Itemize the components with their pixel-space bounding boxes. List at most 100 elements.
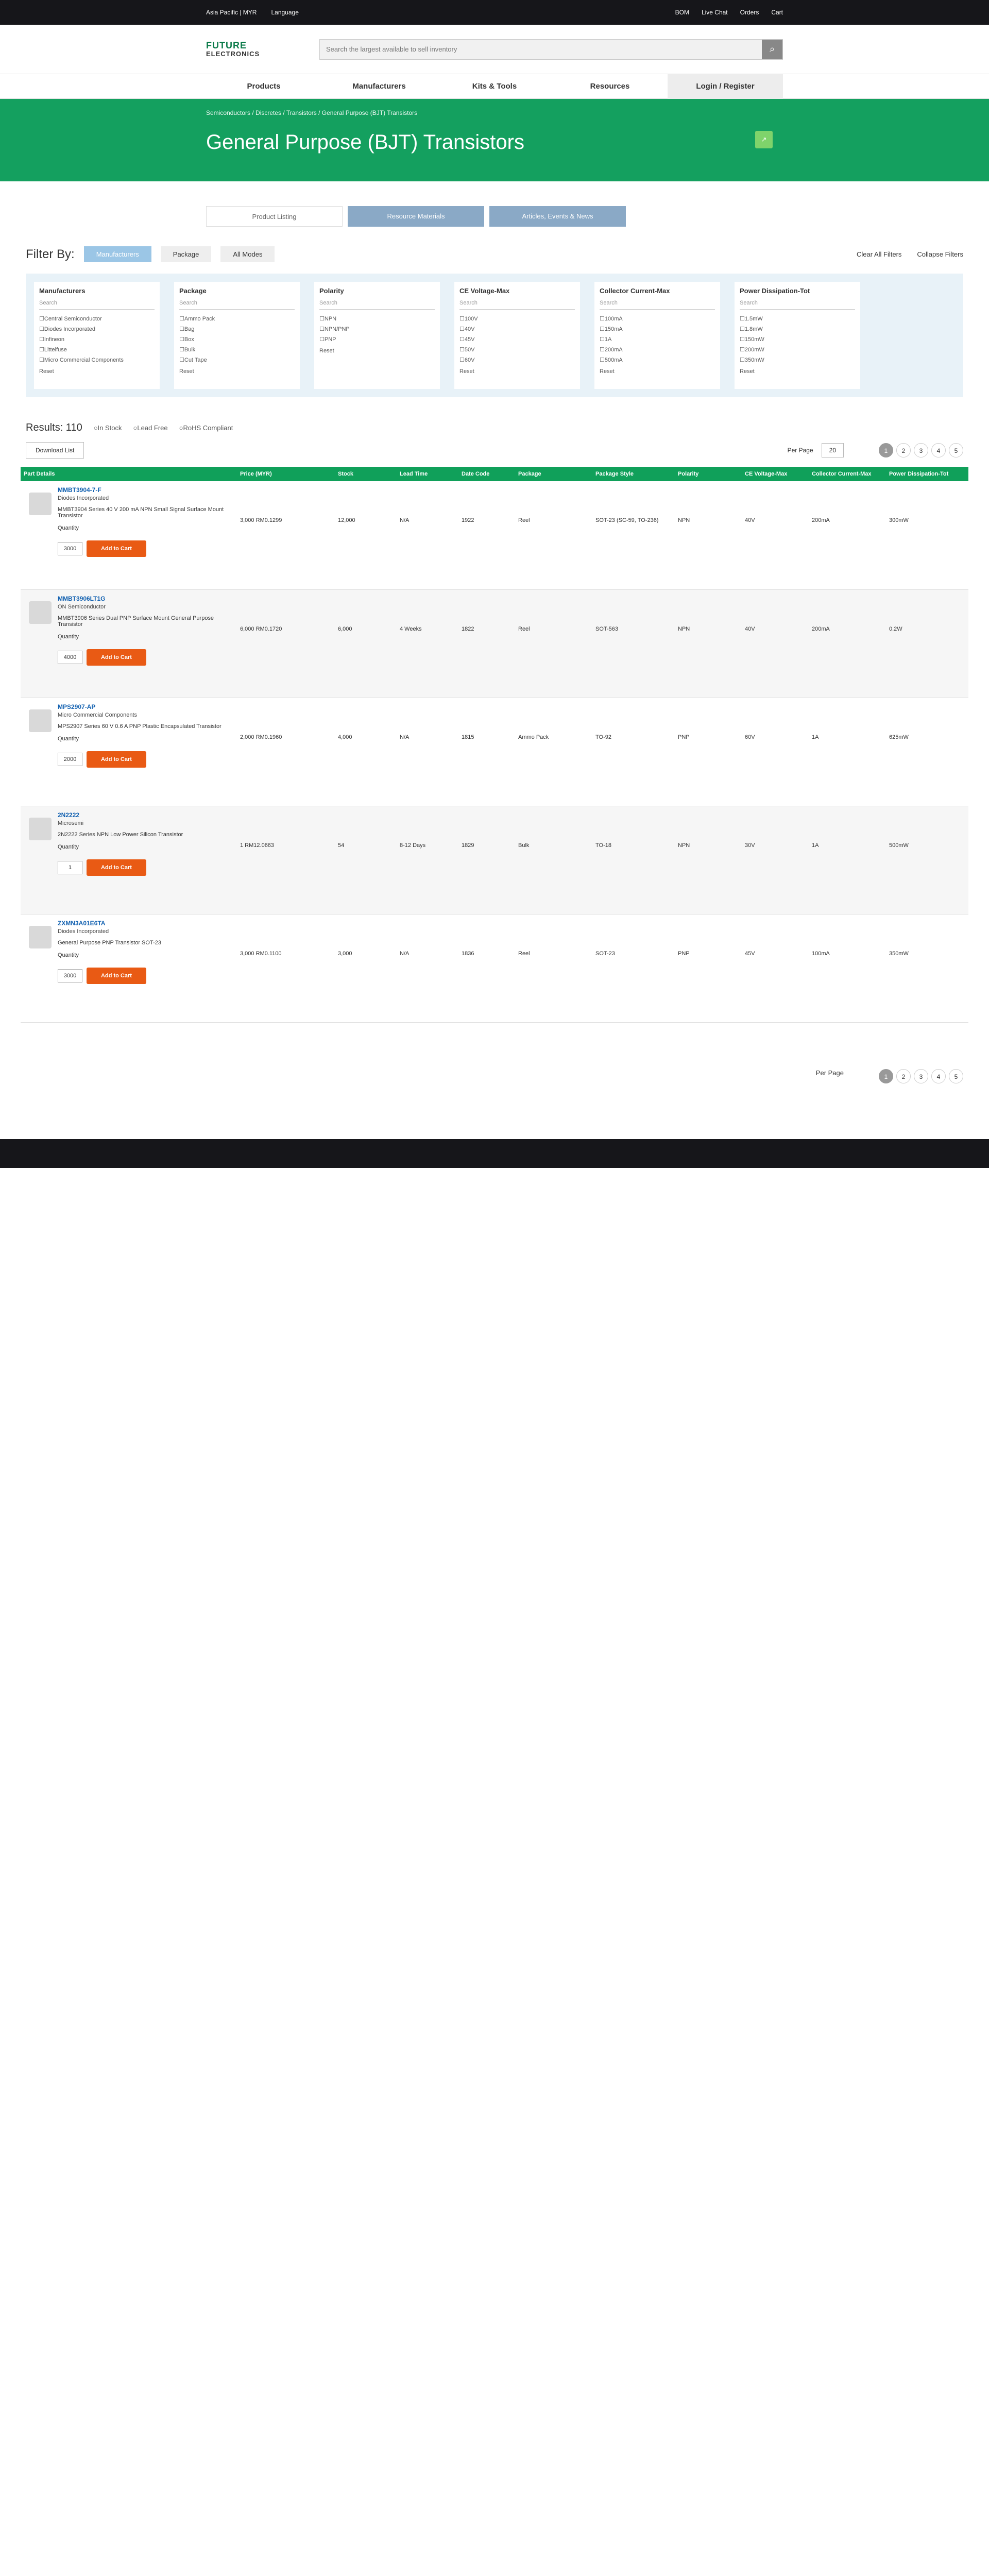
facet-option[interactable]: Ammo Pack [179, 314, 295, 324]
reset-button[interactable]: Reset [39, 368, 155, 375]
facet-option[interactable]: Central Semiconductor [39, 314, 155, 324]
facet-option[interactable]: 100V [459, 314, 575, 324]
add-to-cart-button[interactable]: Add to Cart [87, 859, 146, 876]
column-header[interactable]: Collector Current-Max [809, 467, 886, 481]
facet-option[interactable]: 200mW [740, 345, 855, 355]
page-button[interactable]: 3 [914, 1069, 928, 1083]
facet-option[interactable]: Box [179, 334, 295, 345]
cart-link[interactable]: Cart [771, 9, 783, 16]
facet-option[interactable]: 500mA [600, 355, 715, 365]
facet-option[interactable]: Infineon [39, 334, 155, 345]
facet-option[interactable]: NPN [319, 314, 435, 324]
language-selector[interactable]: Language [271, 9, 298, 16]
facet-option[interactable]: Diodes Incorporated [39, 324, 155, 334]
nav-kits-tools[interactable]: Kits & Tools [437, 82, 552, 91]
reset-button[interactable]: Reset [600, 368, 715, 375]
facet-option[interactable]: Bag [179, 324, 295, 334]
page-button[interactable]: 1 [879, 1069, 893, 1083]
facet-option[interactable]: 200mA [600, 345, 715, 355]
reset-button[interactable]: Reset [179, 368, 295, 375]
column-header[interactable]: Package [515, 467, 592, 481]
add-to-cart-button[interactable]: Add to Cart [87, 967, 146, 984]
quantity-input[interactable]: 3000 [58, 542, 82, 555]
quantity-input[interactable]: 4000 [58, 650, 82, 664]
facet-option[interactable]: 100mA [600, 314, 715, 324]
tab-articles[interactable]: Articles, Events & News [489, 206, 626, 227]
product-image[interactable] [29, 709, 52, 732]
facet-search[interactable]: Search [39, 300, 155, 310]
facet-option[interactable]: 350mW [740, 355, 855, 365]
facet-option[interactable]: 1A [600, 334, 715, 345]
column-header[interactable]: Polarity [675, 467, 742, 481]
facet-option[interactable]: Bulk [179, 345, 295, 355]
add-to-cart-button[interactable]: Add to Cart [87, 751, 146, 768]
quantity-input[interactable]: 2000 [58, 752, 82, 766]
region-selector[interactable]: Asia Pacific | MYR [206, 9, 257, 16]
column-header[interactable]: Package Style [592, 467, 675, 481]
column-header[interactable]: Power Dissipation-Tot [886, 467, 968, 481]
breadcrumb[interactable]: Semiconductors / Discretes / Transistors… [206, 109, 783, 116]
clear-filters-button[interactable]: Clear All Filters [857, 250, 901, 258]
orders-link[interactable]: Orders [740, 9, 759, 16]
page-button[interactable]: 5 [949, 1069, 963, 1083]
facet-option[interactable]: 40V [459, 324, 575, 334]
page-button[interactable]: 2 [896, 443, 911, 457]
facet-option[interactable]: Cut Tape [179, 355, 295, 365]
part-number-link[interactable]: MPS2907-AP [58, 703, 221, 710]
column-header[interactable]: Stock [335, 467, 397, 481]
share-icon[interactable]: ↗ [755, 131, 773, 148]
add-to-cart-button[interactable]: Add to Cart [87, 540, 146, 557]
facet-option[interactable]: Micro Commercial Components [39, 355, 155, 365]
product-image[interactable] [29, 925, 52, 948]
column-header[interactable]: Price (MYR) [237, 467, 335, 481]
page-button[interactable]: 4 [931, 443, 946, 457]
nav-login[interactable]: Login / Register [668, 74, 783, 99]
nav-manufacturers[interactable]: Manufacturers [321, 82, 437, 91]
facet-option[interactable]: 45V [459, 334, 575, 345]
facet-option[interactable]: 150mW [740, 334, 855, 345]
tab-product-listing[interactable]: Product Listing [206, 206, 343, 227]
filter-pill-all-modes[interactable]: All Modes [220, 246, 275, 262]
facet-option[interactable]: 1.8mW [740, 324, 855, 334]
filter-pill-package[interactable]: Package [160, 246, 212, 262]
search-icon[interactable]: ⌕ [762, 39, 782, 59]
column-header[interactable]: CE Voltage-Max [742, 467, 809, 481]
page-button[interactable]: 5 [949, 443, 963, 457]
facet-option[interactable]: NPN/PNP [319, 324, 435, 334]
facet-search[interactable]: Search [179, 300, 295, 310]
facet-option[interactable]: 60V [459, 355, 575, 365]
nav-resources[interactable]: Resources [552, 82, 668, 91]
add-to-cart-button[interactable]: Add to Cart [87, 649, 146, 666]
column-header[interactable]: Date Code [458, 467, 515, 481]
page-button[interactable]: 1 [879, 443, 893, 457]
per-page-select[interactable]: 20 [821, 443, 844, 457]
facet-search[interactable]: Search [740, 300, 855, 310]
facet-option[interactable]: 1.5mW [740, 314, 855, 324]
search-input[interactable]: Search the largest available to sell inv… [319, 39, 783, 60]
page-button[interactable]: 2 [896, 1069, 911, 1083]
in-stock-toggle[interactable]: In Stock [94, 424, 122, 432]
facet-search[interactable]: Search [600, 300, 715, 310]
page-button[interactable]: 4 [931, 1069, 946, 1083]
logo[interactable]: FUTURE ELECTRONICS [206, 41, 299, 58]
page-button[interactable]: 3 [914, 443, 928, 457]
lead-free-toggle[interactable]: Lead Free [133, 424, 167, 432]
reset-button[interactable]: Reset [740, 368, 855, 375]
tab-resource-materials[interactable]: Resource Materials [348, 206, 484, 227]
filter-pill-manufacturers[interactable]: Manufacturers [83, 246, 151, 262]
product-image[interactable] [29, 493, 52, 515]
part-number-link[interactable]: MMBT3904-7-F [58, 486, 234, 494]
collapse-filters-button[interactable]: Collapse Filters [917, 250, 963, 258]
live-chat-link[interactable]: Live Chat [702, 9, 728, 16]
column-header[interactable]: Part Details [21, 467, 237, 481]
rohs-toggle[interactable]: RoHS Compliant [179, 424, 233, 432]
part-number-link[interactable]: 2N2222 [58, 811, 183, 819]
facet-option[interactable]: Littelfuse [39, 345, 155, 355]
product-image[interactable] [29, 601, 52, 624]
part-number-link[interactable]: MMBT3906LT1G [58, 595, 234, 602]
quantity-input[interactable]: 1 [58, 860, 82, 874]
facet-option[interactable]: 150mA [600, 324, 715, 334]
facet-option[interactable]: 50V [459, 345, 575, 355]
facet-search[interactable]: Search [459, 300, 575, 310]
facet-option[interactable]: PNP [319, 334, 435, 345]
